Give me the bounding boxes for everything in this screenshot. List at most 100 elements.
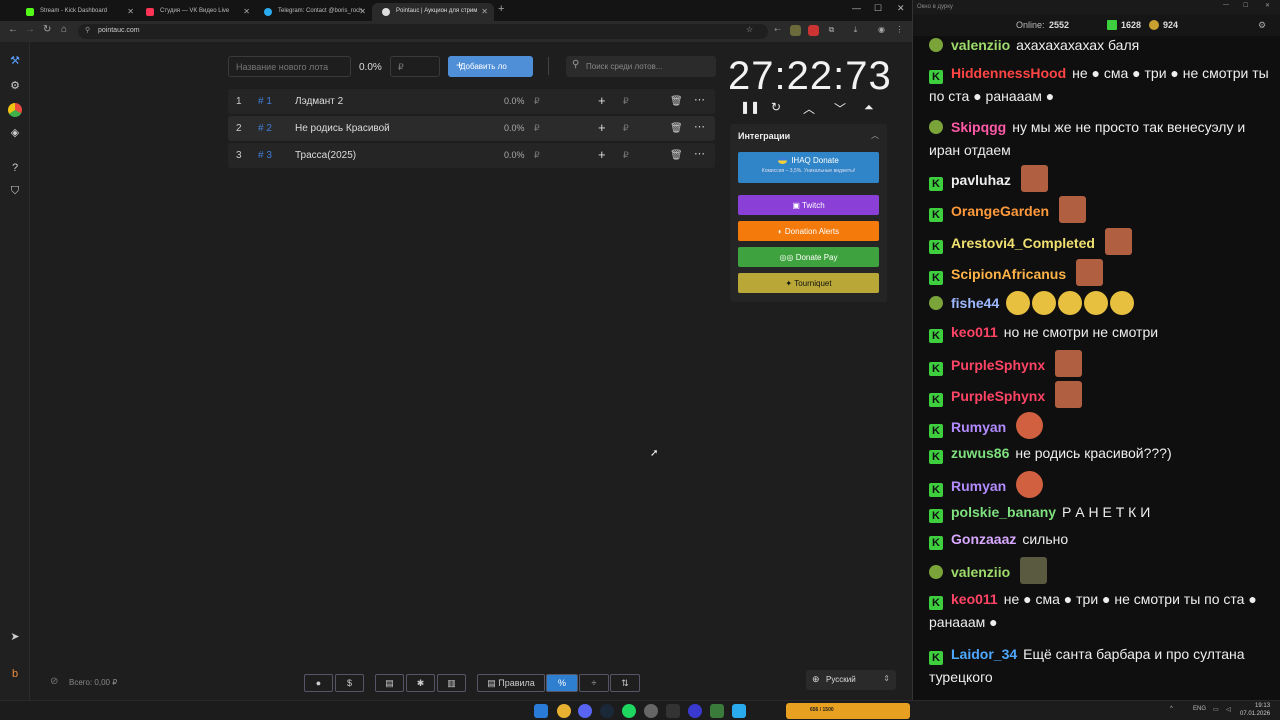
- lot-amount[interactable]: ₽: [534, 96, 540, 107]
- lot-add-input[interactable]: ₽: [623, 150, 629, 161]
- keyboard-language[interactable]: ENG: [1193, 706, 1206, 712]
- lot-amount-input[interactable]: ₽: [390, 56, 440, 77]
- lot-search-input[interactable]: ⚲ Поиск среди лотов...: [566, 56, 716, 77]
- lot-name-input[interactable]: Название нового лота: [228, 56, 351, 77]
- twitch-button[interactable]: ▣ Twitch: [738, 195, 879, 215]
- lot-row[interactable]: 2 # 2 Не родись Красивой 0.0% ₽ + ₽ 🗑 ⋯: [228, 116, 715, 141]
- steam-icon[interactable]: [600, 704, 614, 718]
- close-window-icon[interactable]: ✕: [897, 3, 905, 14]
- eye-off-icon[interactable]: ⊘: [50, 676, 58, 687]
- maximize-icon[interactable]: ☐: [1243, 2, 1248, 9]
- puzzle-icon[interactable]: ⧉: [826, 25, 837, 36]
- chat-username[interactable]: Gonzaaaz: [951, 531, 1016, 547]
- chat-username[interactable]: Rumyan: [951, 478, 1006, 494]
- back-icon[interactable]: ←: [8, 24, 18, 35]
- lot-name[interactable]: Трасса(2025): [295, 150, 356, 161]
- lot-name[interactable]: Не родись Красивой: [295, 123, 390, 134]
- close-window-icon[interactable]: ✕: [1265, 2, 1270, 9]
- extension-icon[interactable]: ⇠: [772, 25, 783, 36]
- sort-toggle[interactable]: ⇅: [610, 674, 640, 692]
- meme-party-widget[interactable]: 656 / 1500: [786, 703, 910, 719]
- history-button[interactable]: ▥: [437, 674, 466, 692]
- chat-username[interactable]: zuwus86: [951, 445, 1009, 461]
- rules-button[interactable]: ▤ Правила: [477, 674, 545, 692]
- home-icon[interactable]: ⌂: [61, 24, 67, 35]
- chat-username[interactable]: keo011: [951, 324, 998, 340]
- app-icon[interactable]: [644, 704, 658, 718]
- pause-icon[interactable]: ❚❚: [740, 100, 760, 114]
- chat-username[interactable]: pavluhaz: [951, 172, 1011, 188]
- trash-icon[interactable]: 🗑: [670, 123, 683, 134]
- help-icon[interactable]: ?: [8, 162, 22, 176]
- chevron-up-icon[interactable]: ︿: [871, 130, 879, 141]
- chat-username[interactable]: HiddennessHood: [951, 65, 1066, 81]
- lot-add-input[interactable]: ₽: [623, 123, 629, 134]
- bug-button[interactable]: ✱: [406, 674, 435, 692]
- add-amount-icon[interactable]: +: [598, 147, 606, 162]
- maximize-icon[interactable]: ☐: [874, 3, 882, 14]
- tab-telegram[interactable]: Telegram: Contact @boris_roch ✕: [254, 3, 372, 21]
- shield-icon[interactable]: ⛉: [8, 185, 22, 199]
- chat-username[interactable]: valenziio: [951, 564, 1010, 580]
- chat-username[interactable]: Rumyan: [951, 419, 1006, 435]
- pie-chart-icon[interactable]: [8, 103, 22, 117]
- percent-toggle[interactable]: %: [546, 674, 578, 692]
- menu-icon[interactable]: ⋮: [894, 25, 905, 36]
- network-icon[interactable]: ▭: [1213, 706, 1219, 713]
- chat-username[interactable]: OrangeGarden: [951, 203, 1049, 219]
- close-icon[interactable]: ✕: [481, 7, 488, 16]
- reload-icon[interactable]: ↻: [43, 24, 51, 35]
- app-icon[interactable]: [710, 704, 724, 718]
- close-icon[interactable]: ✕: [127, 7, 134, 16]
- donate-button[interactable]: $: [335, 674, 364, 692]
- trash-icon[interactable]: 🗑: [670, 96, 683, 107]
- spotify-icon[interactable]: [622, 704, 636, 718]
- telegram-icon[interactable]: ➤: [8, 630, 22, 644]
- add-lot-button[interactable]: + Добавить ло: [448, 56, 533, 77]
- site-info-icon[interactable]: ⚲: [85, 26, 90, 34]
- bookmark-star-icon[interactable]: ☆: [744, 25, 755, 36]
- donate-pay-button[interactable]: ◎◎ Donate Pay: [738, 247, 879, 267]
- new-tab-icon[interactable]: +: [498, 3, 504, 15]
- lot-row[interactable]: 1 # 1 Лэдмант 2 0.0% ₽ + ₽ 🗑 ⋯: [228, 89, 715, 114]
- donation-alerts-button[interactable]: ◐ Donation Alerts: [738, 221, 879, 241]
- chat-username[interactable]: ScipionAfricanus: [951, 266, 1066, 282]
- chevron-up-icon[interactable]: ^: [1170, 706, 1173, 712]
- chat-username[interactable]: PurpleSphynx: [951, 357, 1045, 373]
- lot-add-input[interactable]: ₽: [623, 96, 629, 107]
- chat-username[interactable]: PurpleSphynx: [951, 388, 1045, 404]
- forward-icon[interactable]: →: [25, 24, 35, 35]
- tab-pointauc[interactable]: Pointauc | Аукцион для стрим ✕: [372, 3, 494, 21]
- language-select[interactable]: ⊕ Русский ⇕: [806, 670, 896, 690]
- discord-icon[interactable]: [578, 704, 592, 718]
- chat-username[interactable]: Skipqgg: [951, 119, 1006, 135]
- obs-icon[interactable]: [666, 704, 680, 718]
- address-bar[interactable]: ⚲ pointauc.com: [78, 24, 768, 39]
- minimize-icon[interactable]: —: [852, 3, 861, 13]
- github-button[interactable]: ●: [304, 674, 333, 692]
- divide-toggle[interactable]: ÷: [579, 674, 609, 692]
- settings-icon[interactable]: ⚙: [1258, 20, 1266, 31]
- chat-username[interactable]: keo011: [951, 591, 998, 607]
- telegram-icon[interactable]: [732, 704, 746, 718]
- chat-username[interactable]: Laidor_34: [951, 646, 1017, 662]
- tourniquet-button[interactable]: ✦ Tourniquet: [738, 273, 879, 293]
- add-amount-icon[interactable]: +: [598, 120, 606, 135]
- lot-amount[interactable]: ₽: [534, 150, 540, 161]
- reset-timer-icon[interactable]: ↻: [771, 100, 781, 114]
- chat-username[interactable]: Arestovi4_Completed: [951, 235, 1095, 251]
- system-clock[interactable]: 19:13 07.01.2026: [1240, 702, 1270, 718]
- media-player-icon[interactable]: [688, 704, 702, 718]
- volume-icon[interactable]: ◁: [1226, 706, 1231, 713]
- tab-kick-dashboard[interactable]: Stream - Kick Dashboard ✕: [16, 3, 140, 21]
- close-icon[interactable]: ✕: [243, 7, 250, 16]
- save-button[interactable]: ▤: [375, 674, 404, 692]
- chrome-icon[interactable]: [557, 704, 571, 718]
- hammer-icon[interactable]: ⚒: [8, 54, 22, 68]
- more-icon[interactable]: ⋯: [694, 93, 705, 106]
- lot-row[interactable]: 3 # 3 Трасса(2025) 0.0% ₽ + ₽ 🗑 ⋯: [228, 143, 715, 168]
- ihaq-donate-button[interactable]: IHAQ Donate Комиссия – 3,5%. Уникальные …: [738, 152, 879, 183]
- double-chevron-up-icon[interactable]: ⏶: [864, 100, 874, 115]
- boosty-icon[interactable]: b: [8, 668, 22, 682]
- chat-username[interactable]: fishe44: [951, 295, 999, 311]
